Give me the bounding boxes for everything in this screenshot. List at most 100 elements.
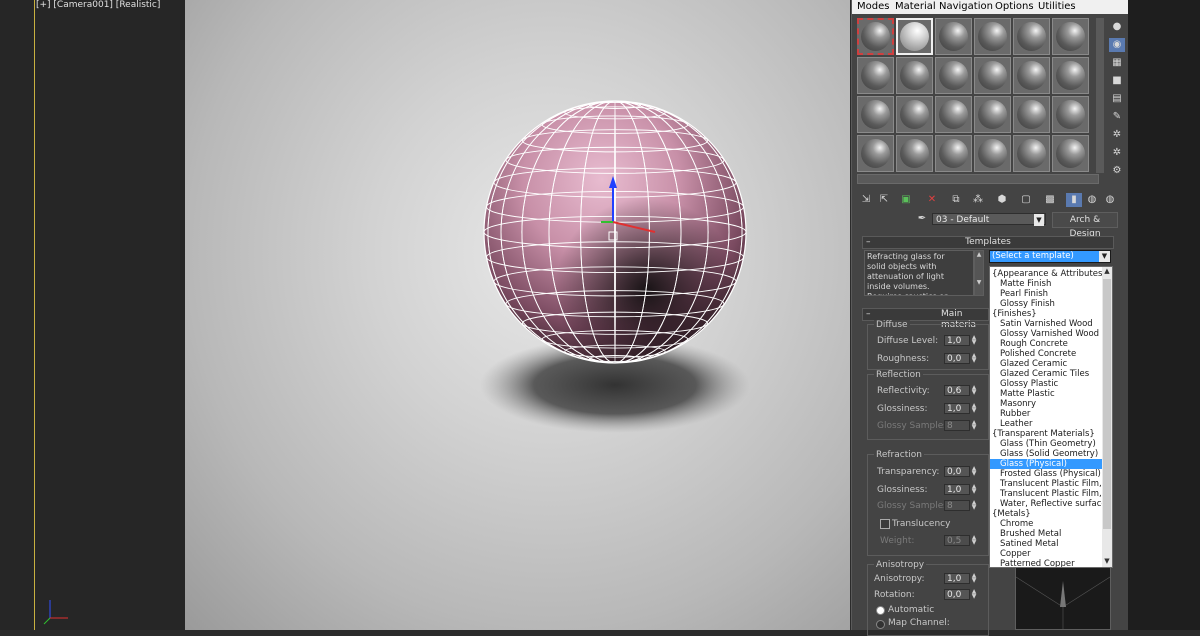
- sample-uv-tiling-icon[interactable]: ■: [1109, 74, 1125, 88]
- show-map-icon[interactable]: ▩: [1042, 193, 1058, 207]
- sample-slot[interactable]: [974, 18, 1011, 55]
- sample-slot[interactable]: [935, 57, 972, 94]
- sample-slot[interactable]: [974, 57, 1011, 94]
- reset-map-icon[interactable]: ✕: [924, 193, 940, 207]
- spinner-arrows-icon[interactable]: ▲ ▼: [970, 484, 978, 495]
- templates-rollout-header[interactable]: – Templates: [862, 236, 1114, 249]
- chevron-down-icon[interactable]: ▼: [1034, 214, 1044, 226]
- sample-slot[interactable]: [935, 135, 972, 172]
- dropdown-option[interactable]: Brushed Metal: [990, 529, 1102, 539]
- refraction-samples-spinner[interactable]: 8: [944, 500, 970, 511]
- chevron-up-icon[interactable]: ▲: [1102, 267, 1112, 277]
- anisotropy-spinner[interactable]: 1,0: [944, 573, 970, 584]
- material-name-field[interactable]: 03 - Default ▼: [932, 213, 1046, 226]
- material-type-button[interactable]: Arch & Design: [1052, 212, 1118, 239]
- dropdown-option[interactable]: Chrome: [990, 519, 1102, 529]
- sample-slot[interactable]: [1052, 57, 1089, 94]
- reflection-glossiness-spinner[interactable]: 1,0: [944, 403, 970, 414]
- chevron-down-icon[interactable]: ▼: [1099, 251, 1110, 262]
- sample-slot[interactable]: [1013, 57, 1050, 94]
- translucency-weight-spinner[interactable]: 0,5: [944, 535, 970, 546]
- sample-type-icon[interactable]: ●: [1109, 20, 1125, 34]
- assign-to-selection-icon[interactable]: ▣: [898, 193, 914, 207]
- material-id-channel-icon[interactable]: ▢: [1018, 193, 1034, 207]
- put-to-scene-icon[interactable]: ⇱: [876, 193, 892, 207]
- dropdown-option[interactable]: Rough Concrete: [990, 339, 1102, 349]
- spinner-arrows-icon[interactable]: ▲ ▼: [970, 385, 978, 396]
- automatic-radio[interactable]: [876, 606, 885, 615]
- sample-slot[interactable]: [896, 96, 933, 133]
- roughness-spinner[interactable]: 0,0: [944, 353, 970, 364]
- sample-slot[interactable]: [1052, 18, 1089, 55]
- dropdown-option[interactable]: Translucent Plastic Film, Op: [990, 489, 1102, 499]
- sample-slot[interactable]: [974, 135, 1011, 172]
- diffuse-level-spinner[interactable]: 1,0: [944, 335, 970, 346]
- viewport-label[interactable]: [+] [Camera001] [Realistic]: [36, 0, 160, 10]
- translucency-checkbox[interactable]: [880, 519, 890, 529]
- reflectivity-spinner[interactable]: 0,6: [944, 385, 970, 396]
- dropdown-option[interactable]: Matte Plastic: [990, 389, 1102, 399]
- dropdown-option[interactable]: Translucent Plastic Film, Lig: [990, 479, 1102, 489]
- options-icon[interactable]: ✲: [1109, 128, 1125, 142]
- spinner-arrows-icon[interactable]: ▲ ▼: [970, 500, 978, 511]
- make-unique-icon[interactable]: ⁂: [970, 193, 986, 207]
- sample-slot[interactable]: [1013, 18, 1050, 55]
- make-preview-icon[interactable]: ✎: [1109, 110, 1125, 124]
- dropdown-option[interactable]: Glossy Varnished Wood: [990, 329, 1102, 339]
- sample-slot[interactable]: [1052, 135, 1089, 172]
- dropdown-option[interactable]: Glossy Plastic: [990, 379, 1102, 389]
- map-channel-radio[interactable]: [876, 620, 885, 629]
- sample-slot[interactable]: [857, 18, 894, 55]
- transparency-spinner[interactable]: 0,0: [944, 466, 970, 477]
- sample-slot[interactable]: [857, 96, 894, 133]
- rotation-spinner[interactable]: 0,0: [944, 589, 970, 600]
- dropdown-scroll-thumb[interactable]: [1103, 279, 1111, 529]
- show-end-result-icon[interactable]: ▮: [1066, 193, 1082, 207]
- sample-slot[interactable]: [1052, 96, 1089, 133]
- spinner-arrows-icon[interactable]: ▲ ▼: [970, 466, 978, 477]
- dropdown-scrollbar[interactable]: ▲ ▼: [1102, 267, 1112, 567]
- slots-hscroll[interactable]: [857, 174, 1099, 184]
- material-navigator-icon[interactable]: ⚙: [1109, 164, 1125, 178]
- refraction-glossiness-spinner[interactable]: 1,0: [944, 484, 970, 495]
- dropdown-option[interactable]: Glazed Ceramic Tiles: [990, 369, 1102, 379]
- dropdown-option[interactable]: Glass (Solid Geometry): [990, 449, 1102, 459]
- sample-slot[interactable]: [896, 57, 933, 94]
- put-to-library-icon[interactable]: ⬢: [994, 193, 1010, 207]
- sample-slot[interactable]: [1013, 135, 1050, 172]
- dropdown-option[interactable]: Rubber: [990, 409, 1102, 419]
- sample-slot[interactable]: [935, 96, 972, 133]
- dropdown-option[interactable]: Matte Finish: [990, 279, 1102, 289]
- dropdown-option[interactable]: Glazed Ceramic: [990, 359, 1102, 369]
- sample-slot[interactable]: [935, 18, 972, 55]
- menu-utilities[interactable]: Utilities: [1038, 0, 1076, 14]
- spinner-arrows-icon[interactable]: ▲ ▼: [970, 573, 978, 584]
- template-dropdown-list[interactable]: {Appearance & Attributes} Matte Finish Pea…: [989, 266, 1113, 568]
- dropdown-option[interactable]: Polished Concrete: [990, 349, 1102, 359]
- menu-options[interactable]: Options: [995, 0, 1034, 14]
- sample-slot[interactable]: [896, 18, 933, 55]
- slots-vscroll[interactable]: [1096, 18, 1104, 173]
- sample-slot[interactable]: [974, 96, 1011, 133]
- go-to-parent-icon[interactable]: ◍: [1084, 193, 1100, 207]
- dropdown-option[interactable]: Glass (Thin Geometry): [990, 439, 1102, 449]
- dropdown-option[interactable]: Glass (Physical): [990, 459, 1102, 469]
- get-material-icon[interactable]: ⇲: [858, 193, 874, 207]
- dropdown-option[interactable]: Pearl Finish: [990, 289, 1102, 299]
- sample-slot[interactable]: [896, 135, 933, 172]
- camera-viewport-render[interactable]: [185, 0, 850, 630]
- dropdown-option[interactable]: Satined Metal: [990, 539, 1102, 549]
- dropdown-option[interactable]: Masonry: [990, 399, 1102, 409]
- background-checker-icon[interactable]: ▦: [1109, 56, 1125, 70]
- sample-slot[interactable]: [857, 57, 894, 94]
- spinner-arrows-icon[interactable]: ▲ ▼: [970, 353, 978, 364]
- video-color-check-icon[interactable]: ▤: [1109, 92, 1125, 106]
- copy-material-icon[interactable]: ⧉: [948, 193, 964, 207]
- description-scrollbar[interactable]: ▲ ▼: [974, 250, 984, 296]
- go-forward-sibling-icon[interactable]: ◍: [1102, 193, 1118, 207]
- spinner-arrows-icon[interactable]: ▲ ▼: [970, 420, 978, 431]
- select-by-material-icon[interactable]: ✲: [1109, 146, 1125, 160]
- chevron-down-icon[interactable]: ▼: [1102, 557, 1112, 567]
- sample-slot[interactable]: [857, 135, 894, 172]
- backlight-icon[interactable]: ◉: [1109, 38, 1125, 52]
